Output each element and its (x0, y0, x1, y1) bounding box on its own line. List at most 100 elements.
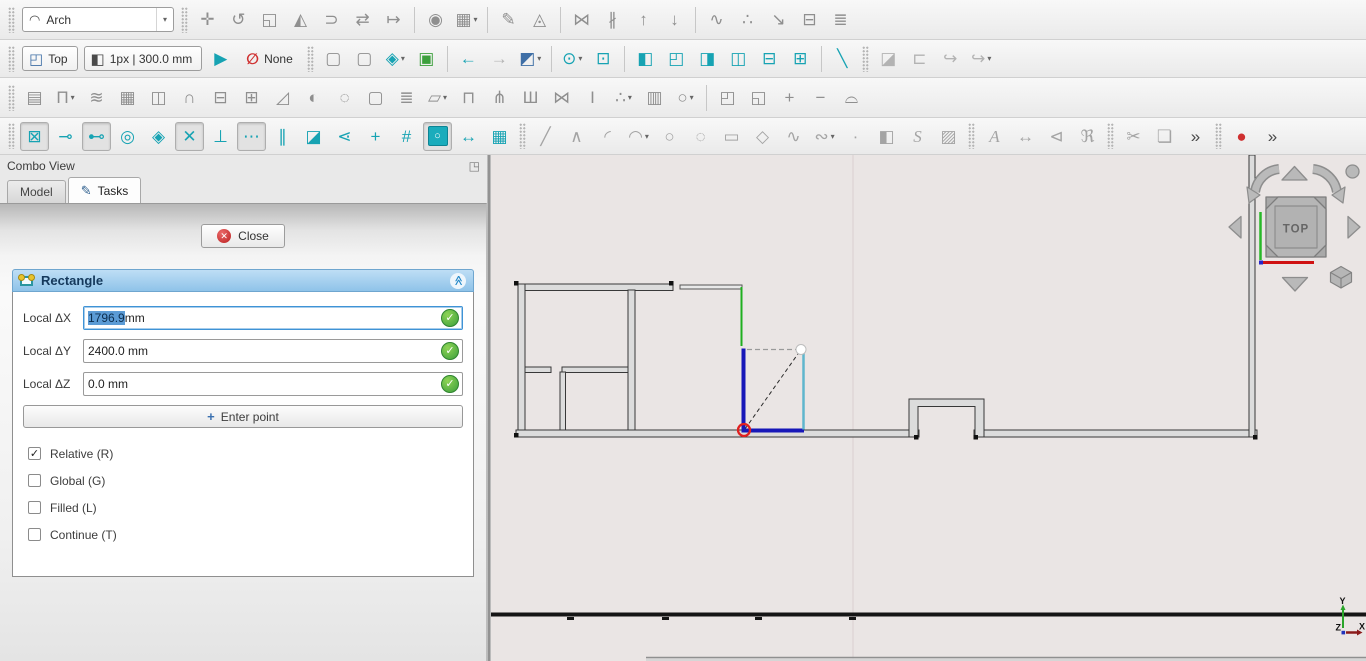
snap-center[interactable]: ◎ (113, 122, 142, 151)
draft-scale[interactable]: ◱ (255, 5, 284, 34)
filled-checkbox[interactable] (28, 501, 41, 514)
toolbar-grip[interactable] (1107, 123, 1114, 149)
toolbar-grip[interactable] (8, 45, 15, 72)
snap-angle[interactable]: ◈ (144, 122, 173, 151)
edit-copy[interactable]: ❏ (1150, 122, 1179, 151)
draft-line[interactable]: ╱ (531, 122, 560, 151)
view-rear[interactable]: ◫ (724, 44, 753, 73)
snap-extension[interactable]: ⋯ (237, 121, 266, 151)
local-dz-input[interactable]: 0.0 mm ✓ (83, 372, 463, 396)
floor-plan-walls[interactable] (515, 155, 1258, 438)
macro-record[interactable]: ● (1227, 122, 1256, 151)
arch-remove-component[interactable]: − (806, 83, 835, 112)
draft-split[interactable]: ∦ (598, 5, 627, 34)
arch-wall[interactable]: ▤ (20, 83, 49, 112)
draft-move[interactable]: ✛ (193, 5, 222, 34)
draft-point[interactable]: ∙ (841, 122, 870, 151)
wall-niche[interactable] (908, 398, 985, 438)
draft-join[interactable]: ⋈ (567, 5, 596, 34)
apply-current-style[interactable]: ▶ (206, 44, 235, 73)
continue-checkbox[interactable] (28, 528, 41, 541)
std-export[interactable]: ↪ (936, 44, 965, 73)
close-button[interactable]: ✕ Close (201, 224, 285, 248)
rotate-left-arrow[interactable] (1228, 215, 1242, 239)
part-simple-copy[interactable]: ◪ (874, 44, 903, 73)
draft-mirror[interactable]: ◭ (286, 5, 315, 34)
draft-text[interactable]: A (980, 122, 1009, 151)
snap-endpoint[interactable]: ⊸ (51, 122, 80, 151)
arch-axis[interactable]: ◐ (299, 83, 328, 112)
draft-circle[interactable]: ○ (655, 122, 684, 151)
wall-bottom-left[interactable] (515, 429, 920, 438)
snap-working-plane[interactable]: ○ (423, 121, 452, 151)
arch-roof[interactable]: ◿ (268, 83, 297, 112)
zoom-tools[interactable]: ⊙ ▾ (558, 44, 587, 73)
view-fit-all[interactable]: ⊡ (589, 44, 618, 73)
arch-reference[interactable]: ⊟ (206, 83, 235, 112)
snap-ortho[interactable]: ◪ (299, 122, 328, 151)
draft-polyline[interactable]: ∧ (562, 122, 591, 151)
select-visible-object[interactable]: ▣ (412, 44, 441, 73)
arch-section-plane[interactable]: ◌ (330, 83, 359, 112)
wall[interactable] (559, 371, 566, 432)
arch-pipe[interactable]: ○ ▾ (671, 83, 700, 112)
snap-perpendicular[interactable]: ⊥ (206, 122, 235, 151)
std-export-more[interactable]: ↪ ▾ (967, 44, 996, 73)
line-style-button[interactable]: ◧ 1px | 300.0 mm (83, 46, 203, 71)
draft-dimension[interactable]: ↔ (1011, 122, 1040, 151)
arch-frame[interactable]: ⋔ (485, 83, 514, 112)
toggle-construction-mode[interactable]: ◈ ▾ (381, 44, 410, 73)
local-dy-input[interactable]: 2400.0 mm ✓ (83, 339, 463, 363)
wall-thin[interactable] (679, 284, 743, 290)
toolbar-grip[interactable] (306, 45, 314, 72)
mini-cube-icon[interactable] (1329, 265, 1353, 289)
nav-cube-face-label[interactable]: TOP (1283, 224, 1309, 236)
snap-parallel[interactable]: ∥ (268, 122, 297, 151)
viewport-canvas[interactable]: TOP Y X Z (491, 155, 1366, 661)
toggle-grid[interactable]: ▦ (485, 122, 514, 151)
draft-bezier[interactable]: ∾ ▾ (810, 122, 839, 151)
float-panel-icon[interactable]: ◳ (469, 159, 480, 173)
snap-lock[interactable]: ⊠ (20, 121, 49, 151)
local-dx-input[interactable]: 1796.9 mm ✓ (83, 306, 463, 330)
toolbar-grip[interactable] (181, 6, 188, 33)
wall[interactable] (524, 366, 552, 373)
wall[interactable] (627, 289, 636, 432)
draft-fillet[interactable]: ◜ (593, 122, 622, 151)
arch-panel[interactable]: ▱ ▾ (423, 83, 452, 112)
arch-material[interactable]: ∴ ▾ (609, 83, 638, 112)
draft-add-point[interactable]: ∴ (733, 5, 762, 34)
checkbox-row-relative[interactable]: Relative (R) (23, 440, 463, 467)
arch-survey[interactable]: ⌓ (837, 83, 866, 112)
arch-stairs[interactable]: ≣ (392, 83, 421, 112)
wall[interactable] (517, 283, 526, 433)
arch-truss[interactable]: ⋈ (547, 83, 576, 112)
snap-intersection[interactable]: ✕ (175, 121, 204, 151)
draft-shape-2d-view[interactable]: ⊟ (795, 5, 824, 34)
arch-equipment[interactable]: ⊓ (454, 83, 483, 112)
arch-space[interactable]: ▢ (361, 83, 390, 112)
relative-checkbox[interactable] (28, 447, 41, 460)
arch-cut-plane[interactable]: ◰ (713, 83, 742, 112)
draft-arc[interactable]: ◠ ▾ (624, 122, 653, 151)
toolbar-grip[interactable] (8, 123, 15, 149)
tab-model[interactable]: Model (7, 180, 66, 203)
toolbar-grip[interactable] (8, 6, 15, 33)
std-open[interactable]: ⊏ (905, 44, 934, 73)
view-current-button[interactable]: ◰ Top (22, 46, 78, 71)
toolbar-grip[interactable] (861, 45, 869, 72)
arch-fence[interactable]: Ш (516, 83, 545, 112)
draft-edit[interactable]: ✎ (494, 5, 523, 34)
view-left[interactable]: ⊞ (786, 44, 815, 73)
wall[interactable] (517, 283, 674, 291)
draft-bspline[interactable]: ∿ (779, 122, 808, 151)
view-front[interactable]: ◧ (631, 44, 660, 73)
arch-profile[interactable]: I (578, 83, 607, 112)
arch-building-part[interactable]: ◫ (144, 83, 173, 112)
view-bottom[interactable]: ⊟ (755, 44, 784, 73)
draft-upgrade[interactable]: ↑ (629, 5, 658, 34)
toolbar-grip[interactable] (1215, 123, 1222, 149)
draft-highlight-subelements[interactable]: ◬ (525, 5, 554, 34)
toolbar-overflow-1[interactable]: » (1181, 122, 1210, 151)
3d-viewport[interactable]: TOP Y X Z (491, 155, 1366, 661)
